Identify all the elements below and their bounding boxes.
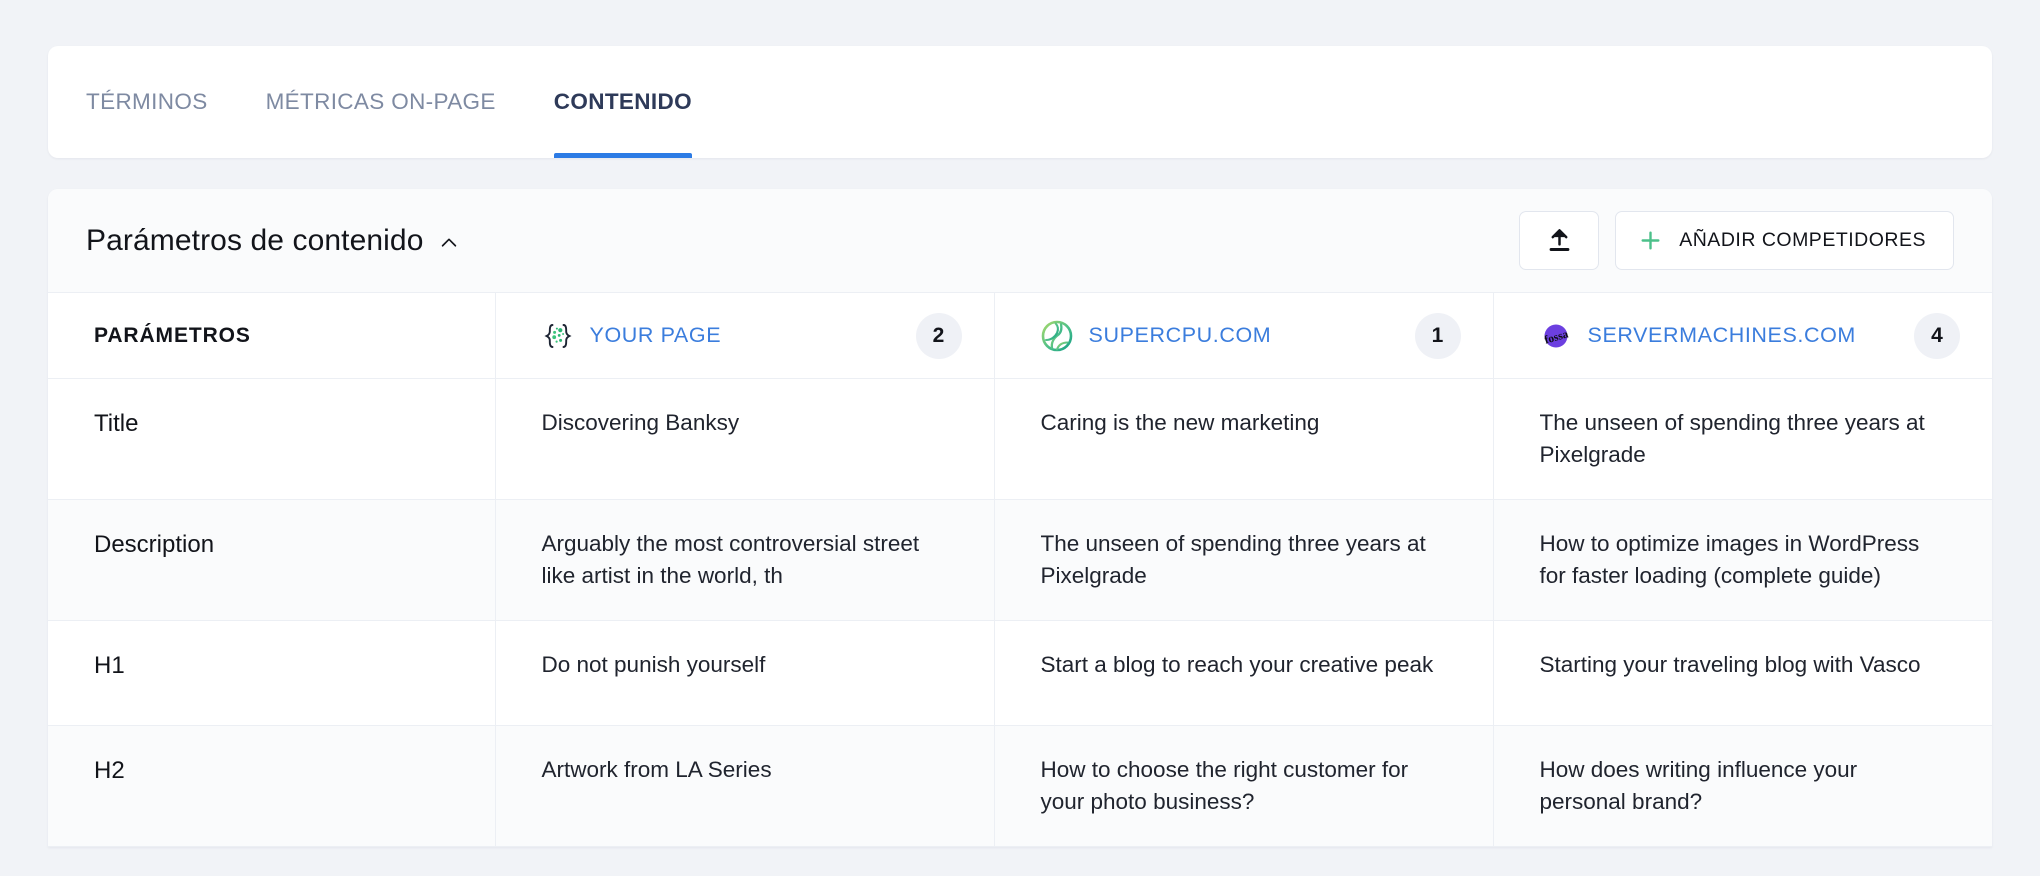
cell-supercpu: Start a blog to reach your creative peak	[994, 620, 1493, 725]
page-root: TÉRMINOS MÉTRICAS ON-PAGE CONTENIDO Pará…	[0, 0, 2040, 876]
content-parameters-card: Parámetros de contenido	[48, 189, 1992, 847]
code-braces-dots-icon	[542, 320, 574, 352]
status-badge-supercpu: 1	[1415, 313, 1461, 359]
status-badge-your-page: 2	[916, 313, 962, 359]
cell-servermachines: How to optimize images in WordPress for …	[1493, 499, 1992, 620]
site-link-supercpu[interactable]: SUPERCPU.COM	[1089, 323, 1272, 348]
green-swirl-globe-icon	[1041, 320, 1073, 352]
add-competitors-label: AÑADIR COMPETIDORES	[1679, 229, 1926, 252]
card-header: Parámetros de contenido	[48, 189, 1992, 292]
header-actions: AÑADIR COMPETIDORES	[1519, 211, 1954, 270]
row-label-h1: H1	[48, 620, 495, 725]
cell-your-page: Discovering Banksy	[495, 379, 994, 500]
table-row: H2 Artwork from LA Series How to choose …	[48, 725, 1992, 846]
table-row: Description Arguably the most controvers…	[48, 499, 1992, 620]
cell-supercpu: Caring is the new marketing	[994, 379, 1493, 500]
table-header-row: PARÁMETROS	[48, 293, 1992, 379]
fossa-purple-icon: fossa	[1540, 320, 1572, 352]
site-link-servermachines[interactable]: SERVERMACHINES.COM	[1588, 323, 1856, 348]
tab-metricas-on-page[interactable]: MÉTRICAS ON-PAGE	[266, 46, 496, 158]
cell-your-page: Artwork from LA Series	[495, 725, 994, 846]
add-competitors-button[interactable]: AÑADIR COMPETIDORES	[1615, 211, 1954, 270]
status-badge-servermachines: 4	[1914, 313, 1960, 359]
content-parameters-table: PARÁMETROS	[48, 292, 1992, 847]
site-link-your-page[interactable]: YOUR PAGE	[590, 323, 722, 348]
cell-servermachines: Starting your traveling blog with Vasco	[1493, 620, 1992, 725]
cell-servermachines: The unseen of spending three years at Pi…	[1493, 379, 1992, 500]
row-label-description: Description	[48, 499, 495, 620]
table-body: Title Discovering Banksy Caring is the n…	[48, 379, 1992, 847]
column-header-supercpu: SUPERCPU.COM 1	[994, 293, 1493, 379]
tab-terminos[interactable]: TÉRMINOS	[86, 46, 208, 158]
cell-supercpu: How to choose the right customer for you…	[994, 725, 1493, 846]
tab-contenido[interactable]: CONTENIDO	[554, 46, 692, 158]
page-title: Parámetros de contenido	[86, 224, 424, 258]
cell-servermachines: How does writing influence your personal…	[1493, 725, 1992, 846]
upload-icon	[1546, 227, 1573, 254]
cell-supercpu: The unseen of spending three years at Pi…	[994, 499, 1493, 620]
column-header-servermachines: fossa SERVERMACHINES.COM 4	[1493, 293, 1992, 379]
cell-your-page: Do not punish yourself	[495, 620, 994, 725]
column-header-parameters: PARÁMETROS	[48, 293, 495, 379]
table-row: Title Discovering Banksy Caring is the n…	[48, 379, 1992, 500]
plus-icon	[1638, 228, 1663, 253]
column-header-your-page: YOUR PAGE 2	[495, 293, 994, 379]
table-row: H1 Do not punish yourself Start a blog t…	[48, 620, 1992, 725]
tabs-card: TÉRMINOS MÉTRICAS ON-PAGE CONTENIDO	[48, 46, 1992, 158]
chevron-up-icon[interactable]	[438, 232, 460, 254]
cell-your-page: Arguably the most controversial street l…	[495, 499, 994, 620]
row-label-h2: H2	[48, 725, 495, 846]
panel-toggle[interactable]: Parámetros de contenido	[86, 224, 460, 258]
tab-bar: TÉRMINOS MÉTRICAS ON-PAGE CONTENIDO	[86, 46, 750, 158]
row-label-title: Title	[48, 379, 495, 500]
upload-button[interactable]	[1519, 211, 1599, 270]
table-header: PARÁMETROS	[48, 293, 1992, 379]
